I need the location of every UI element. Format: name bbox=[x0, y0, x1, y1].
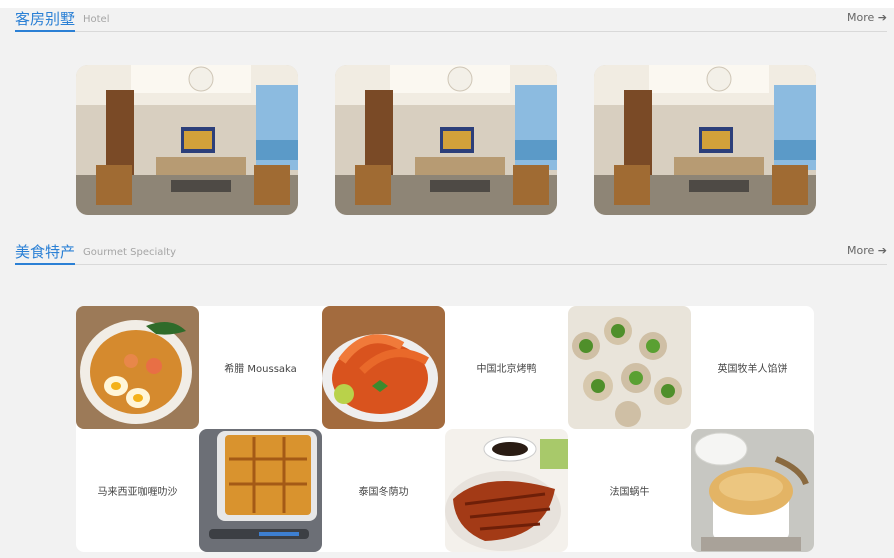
arrow-right-icon: ➔ bbox=[877, 11, 887, 24]
hotel-section-title[interactable]: 客房别墅 bbox=[15, 9, 76, 32]
hotel-room-image[interactable] bbox=[594, 65, 816, 215]
food-more-label: More bbox=[847, 244, 875, 257]
top-strip bbox=[0, 0, 894, 8]
arrow-right-icon: ➔ bbox=[877, 244, 887, 257]
food-item-label[interactable]: 马来西亚咖喱叻沙 bbox=[76, 429, 199, 552]
hotel-section-subtitle: Hotel bbox=[83, 14, 110, 25]
food-item-label[interactable]: 泰国冬荫功 bbox=[322, 429, 445, 552]
food-section-header: 美食特产 Gourmet Specialty More ➔ bbox=[15, 242, 887, 265]
food-grid: 希腊 Moussaka 中国北京烤鸭 英国牧羊人馅饼 马来西亚咖喱叻沙 泰国冬荫… bbox=[76, 306, 814, 552]
food-item-label[interactable]: 英国牧羊人馅饼 bbox=[691, 306, 814, 429]
food-section-title[interactable]: 美食特产 bbox=[15, 242, 76, 265]
hotel-section-header: 客房别墅 Hotel More ➔ bbox=[15, 9, 887, 32]
escargot-image[interactable] bbox=[568, 306, 691, 429]
laksa-image[interactable] bbox=[76, 306, 199, 429]
food-item-label[interactable]: 中国北京烤鸭 bbox=[445, 306, 568, 429]
hotel-room-image[interactable] bbox=[335, 65, 557, 215]
tom-yum-image[interactable] bbox=[322, 306, 445, 429]
hotel-more-link[interactable]: More ➔ bbox=[847, 11, 887, 25]
food-more-link[interactable]: More ➔ bbox=[847, 244, 887, 258]
food-item-label[interactable]: 法国蜗牛 bbox=[568, 429, 691, 552]
moussaka-image[interactable] bbox=[199, 429, 322, 552]
hotel-room-image[interactable] bbox=[76, 65, 298, 215]
hotel-more-label: More bbox=[847, 11, 875, 24]
shepherds-pie-image[interactable] bbox=[691, 429, 814, 552]
peking-duck-image[interactable] bbox=[445, 429, 568, 552]
food-item-label[interactable]: 希腊 Moussaka bbox=[199, 306, 322, 429]
food-section-subtitle: Gourmet Specialty bbox=[83, 247, 177, 258]
